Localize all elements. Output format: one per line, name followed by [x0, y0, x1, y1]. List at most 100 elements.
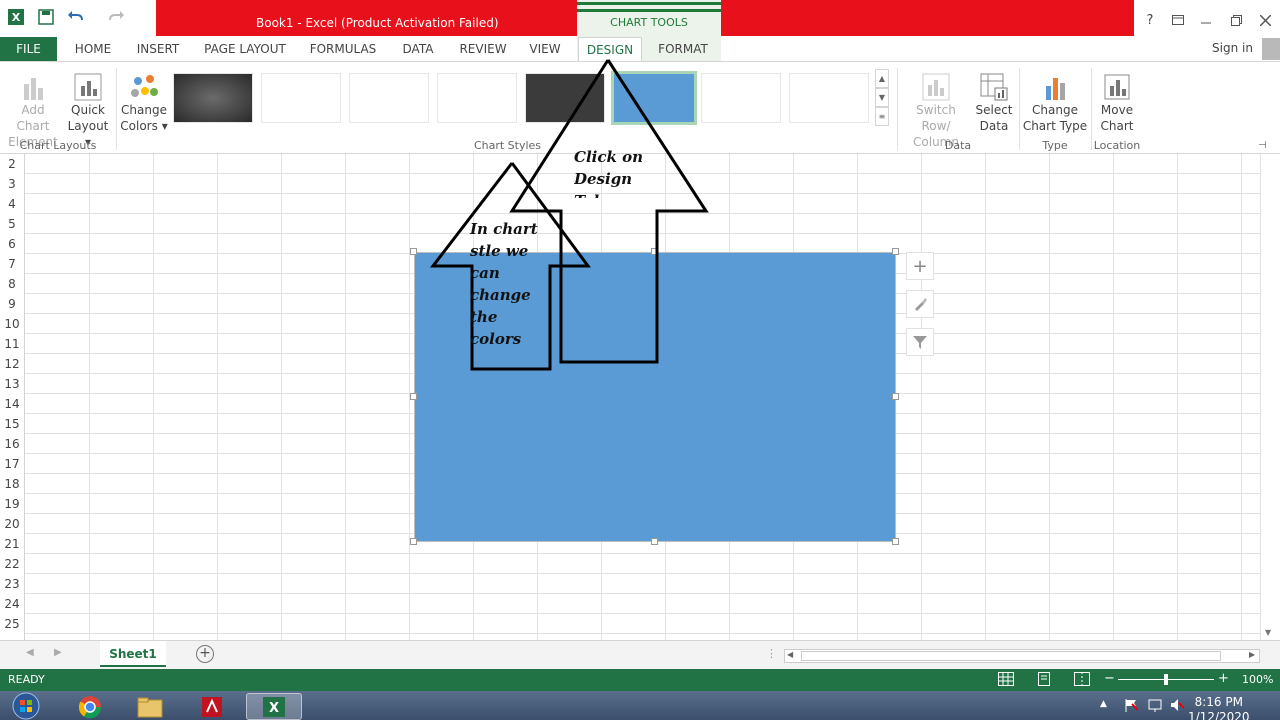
excel-taskbar-icon[interactable]: X	[246, 693, 302, 720]
tab-review[interactable]: REVIEW	[454, 37, 512, 61]
row-header[interactable]: 2	[0, 154, 25, 174]
show-hidden-icons-icon[interactable]: ▲	[1100, 699, 1107, 709]
chart-style-5[interactable]	[525, 73, 605, 123]
resize-handle[interactable]	[410, 393, 417, 400]
pin-ribbon-icon[interactable]: ⊣	[1258, 140, 1267, 151]
chart-style-8[interactable]	[789, 73, 869, 123]
minimize-icon[interactable]	[1194, 8, 1218, 32]
row-header[interactable]: 18	[0, 474, 25, 494]
row-header[interactable]: 5	[0, 214, 25, 234]
chart-style-7[interactable]	[701, 73, 781, 123]
redo-icon[interactable]	[106, 4, 126, 30]
row-header[interactable]: 22	[0, 554, 25, 574]
vertical-scrollbar[interactable]: ▼	[1260, 154, 1280, 640]
chrome-taskbar-icon[interactable]	[62, 693, 118, 720]
resize-handle[interactable]	[410, 248, 417, 255]
system-clock[interactable]: 8:16 PM 1/12/2020	[1188, 695, 1250, 725]
network-icon[interactable]	[1148, 698, 1162, 715]
row-header[interactable]: 6	[0, 234, 25, 254]
sheet-scroll-left-icon[interactable]: ◀	[26, 647, 34, 658]
file-explorer-taskbar-icon[interactable]	[122, 693, 178, 720]
resize-handle[interactable]	[410, 538, 417, 545]
avatar[interactable]	[1262, 38, 1280, 60]
acrobat-taskbar-icon[interactable]	[184, 693, 240, 720]
zoom-level[interactable]: 100%	[1242, 673, 1273, 686]
row-header[interactable]: 8	[0, 274, 25, 294]
chart-style-3[interactable]	[349, 73, 429, 123]
row-header[interactable]: 24	[0, 594, 25, 614]
save-icon[interactable]	[36, 4, 56, 30]
volume-icon[interactable]	[1170, 698, 1185, 715]
chart-style-1[interactable]	[173, 73, 253, 123]
select-data-button[interactable]: Select Data	[972, 68, 1016, 134]
tab-data[interactable]: DATA	[392, 37, 444, 61]
gallery-up-icon[interactable]: ▲	[875, 69, 889, 88]
row-header[interactable]: 3	[0, 174, 25, 194]
row-header[interactable]: 11	[0, 334, 25, 354]
resize-handle[interactable]	[892, 248, 899, 255]
zoom-out-icon[interactable]: −	[1104, 671, 1115, 686]
row-header[interactable]: 12	[0, 354, 25, 374]
row-header[interactable]: 13	[0, 374, 25, 394]
tab-formulas[interactable]: FORMULAS	[304, 37, 382, 61]
row-header[interactable]: 23	[0, 574, 25, 594]
resize-handle[interactable]	[651, 248, 658, 255]
resize-handle[interactable]	[892, 393, 899, 400]
help-button[interactable]: ?	[1138, 8, 1162, 32]
gallery-more-icon[interactable]: ≡	[875, 107, 889, 126]
chart-styles-brush-icon[interactable]	[906, 290, 934, 318]
row-header[interactable]: 16	[0, 434, 25, 454]
chart-style-4[interactable]	[437, 73, 517, 123]
hscroll-right-icon[interactable]: ▶	[1249, 650, 1255, 659]
new-sheet-plus-icon[interactable]: +	[196, 645, 214, 663]
tab-design[interactable]: DESIGN	[578, 37, 642, 61]
row-header[interactable]: 20	[0, 514, 25, 534]
row-header[interactable]: 10	[0, 314, 25, 334]
quick-layout-button[interactable]: Quick Layout ▾	[64, 68, 112, 150]
zoom-slider-thumb[interactable]	[1164, 674, 1168, 685]
tab-home[interactable]: HOME	[66, 37, 120, 61]
gallery-down-icon[interactable]: ▼	[875, 88, 889, 107]
row-header[interactable]: 19	[0, 494, 25, 514]
tab-file[interactable]: FILE	[0, 37, 57, 61]
hscroll-left-icon[interactable]: ◀	[787, 650, 793, 659]
resize-handle[interactable]	[892, 538, 899, 545]
chart-style-2[interactable]	[261, 73, 341, 123]
row-header[interactable]: 4	[0, 194, 25, 214]
page-layout-view-icon[interactable]	[1036, 672, 1052, 689]
tab-format[interactable]: FORMAT	[648, 37, 718, 61]
chart-filters-funnel-icon[interactable]	[906, 328, 934, 356]
undo-icon[interactable]	[66, 4, 86, 30]
zoom-in-icon[interactable]: +	[1218, 671, 1229, 686]
start-button-icon[interactable]	[6, 692, 46, 720]
row-header[interactable]: 14	[0, 394, 25, 414]
action-center-flag-icon[interactable]	[1124, 698, 1139, 715]
hscroll-thumb[interactable]	[801, 651, 1221, 661]
row-header[interactable]: 17	[0, 454, 25, 474]
tab-view[interactable]: VIEW	[522, 37, 568, 61]
row-header[interactable]: 21	[0, 534, 25, 554]
move-chart-button[interactable]: Move Chart	[1094, 68, 1140, 134]
switch-row-column-button[interactable]: Switch Row/ Column	[900, 68, 972, 150]
tab-page-layout[interactable]: PAGE LAYOUT	[196, 37, 294, 61]
sheet-scroll-right-icon[interactable]: ▶	[54, 647, 62, 658]
chart-elements-plus-icon[interactable]: +	[906, 252, 934, 280]
scroll-down-icon[interactable]: ▼	[1265, 628, 1271, 637]
resize-handle[interactable]	[651, 538, 658, 545]
row-header[interactable]: 15	[0, 414, 25, 434]
row-header[interactable]: 7	[0, 254, 25, 274]
split-handle-icon[interactable]: ⋮	[766, 647, 777, 660]
sheet-tab-sheet1[interactable]: Sheet1	[100, 641, 166, 667]
ribbon-display-options-icon[interactable]	[1166, 8, 1190, 32]
change-chart-type-button[interactable]: Change Chart Type	[1022, 68, 1088, 134]
tab-insert[interactable]: INSERT	[130, 37, 186, 61]
chart-style-6-selected[interactable]	[611, 71, 697, 125]
horizontal-scrollbar[interactable]: ◀ ▶	[784, 649, 1260, 663]
row-header[interactable]: 25	[0, 614, 25, 634]
row-header[interactable]: 9	[0, 294, 25, 314]
page-break-view-icon[interactable]	[1074, 672, 1090, 689]
sign-in-link[interactable]: Sign in	[1212, 41, 1253, 55]
normal-view-icon[interactable]	[998, 672, 1014, 689]
restore-icon[interactable]	[1224, 8, 1248, 32]
change-colors-button[interactable]: Change Colors ▾	[120, 68, 168, 134]
